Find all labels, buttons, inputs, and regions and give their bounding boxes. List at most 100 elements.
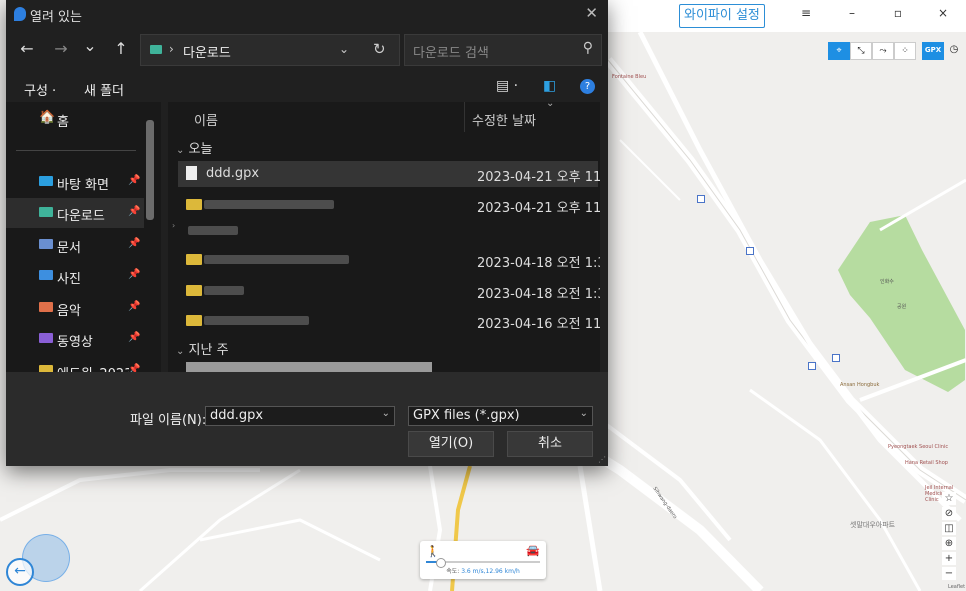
pin-icon[interactable]: 📌 [128,238,140,249]
recent-locations-button[interactable]: ⌄ [78,36,102,55]
wifi-settings-button[interactable]: 와이파이 설정 [679,4,765,28]
bus-stop-icon[interactable] [832,354,840,362]
column-divider[interactable] [464,102,465,132]
group-label: 오늘 [188,142,213,157]
pin-icon[interactable]: 📌 [128,206,140,217]
file-name-input[interactable]: ddd.gpx ⌄ [205,406,395,426]
column-header-name[interactable]: 이름 [194,110,218,129]
zoom-in-button[interactable]: + [942,552,956,565]
back-button[interactable]: ← [15,39,39,58]
nav-item-videos[interactable]: 동영상 📌 [6,324,144,354]
group-header-redacted[interactable]: › [172,218,598,244]
file-row[interactable]: 2023-04-18 오전 1:30 [178,278,600,304]
app-location-icon [14,7,26,21]
redacted-group-label [188,226,238,235]
file-row[interactable]: 2023-04-18 오전 1:34 [178,247,600,273]
restore-button[interactable]: ▫ [878,6,918,20]
address-bar[interactable]: › 다운로드 ⌄ ↻ [140,34,400,66]
resize-grip-icon[interactable]: ⋰ [598,455,606,464]
open-button[interactable]: 열기(O) [408,431,494,457]
speed-value: 3.6 m/s,12.96 km/h [461,568,520,575]
search-icon[interactable]: ⚲ [583,40,593,56]
back-arrow-icon[interactable]: ← [6,558,34,586]
chevron-icon: › [172,221,176,230]
menu-icon[interactable]: ≡ [786,6,826,20]
file-row[interactable]: 2023-04-16 오전 11:16 [178,308,600,334]
bus-stop-icon[interactable] [697,195,705,203]
pin-icon[interactable]: 📌 [128,175,140,186]
group-header-today[interactable]: ⌄ 오늘 [176,138,212,157]
home-icon: 🏠 [39,110,56,125]
file-open-dialog: 열려 있는 ✕ ← → ⌄ ↑ › 다운로드 ⌄ ↻ 다운로드 검색 ⚲ 구성 … [6,0,608,466]
map-right-tools: ☆ ⊘ ◫ ⊕ + − [942,492,958,580]
command-bar: 구성 · 새 폴더 ▤ · ◧ ? [6,72,608,102]
bus-stop-icon[interactable] [808,362,816,370]
chevron-down-icon[interactable]: ⌄ [339,42,349,56]
file-icon [186,166,197,180]
map-attribution[interactable]: Leaflet [948,584,965,590]
nav-item-downloads[interactable]: 다운로드 📌 [6,198,144,228]
multi-device-icon[interactable]: ◫ [942,522,956,535]
folder-icon [186,315,202,326]
search-input[interactable]: 다운로드 검색 ⚲ [404,34,602,66]
breadcrumb-separator[interactable]: › [169,42,174,56]
car-icon[interactable]: 🚘 [526,544,540,557]
compass-icon[interactable]: ⊘ [942,507,956,520]
view-options-icon[interactable]: ▤ · [496,78,518,94]
new-folder-button[interactable]: 새 폴더 [84,80,124,99]
two-point-route-icon[interactable]: ⤡ [850,42,872,60]
horizontal-scrollbar[interactable] [186,362,432,372]
documents-icon [39,239,53,249]
nav-item-documents[interactable]: 문서 📌 [6,230,144,260]
close-button[interactable]: × [923,6,963,20]
group-header-last-week[interactable]: ⌄ 지난 주 [176,339,229,358]
breadcrumb-downloads[interactable]: 다운로드 [183,42,231,61]
nav-pane-scrollbar[interactable] [146,120,154,220]
pin-icon[interactable]: 📌 [128,364,140,372]
organize-menu[interactable]: 구성 · [24,80,56,99]
chevron-down-icon[interactable]: ⌄ [580,408,588,419]
nav-label: 홈 [57,115,69,130]
walk-icon[interactable]: 🚶 [426,545,440,558]
nav-item-desktop[interactable]: 바탕 화면 📌 [6,167,144,197]
bus-stop-icon[interactable] [746,247,754,255]
file-name-label: 파일 이름(N): [130,413,207,428]
file-name-value: ddd.gpx [210,408,264,423]
file-type-select[interactable]: GPX files (*.gpx) ⌄ [408,406,593,426]
redacted-file-name [204,200,334,209]
nav-item-folder[interactable]: 에드윈_2023년 📌 [6,356,144,372]
forward-button[interactable]: → [49,39,73,58]
zoom-out-button[interactable]: − [942,567,956,580]
folder-icon [186,254,202,265]
file-row[interactable]: ddd.gpx 2023-04-21 오후 11:42 [178,161,600,187]
minimize-button[interactable]: – [832,6,872,20]
speed-slider[interactable] [426,558,540,568]
teleport-mode-icon[interactable]: ⌖ [828,42,850,60]
poi-label: 인화수 [880,279,894,285]
file-date: 2023-04-16 오전 11:16 [477,317,600,332]
nav-item-music[interactable]: 음악 📌 [6,293,144,323]
dialog-close-button[interactable]: ✕ [585,4,598,22]
refresh-icon[interactable]: ↻ [373,40,386,58]
nav-item-home[interactable]: 🏠 홈 [6,104,144,134]
history-icon[interactable]: ◷ [944,42,964,58]
help-icon[interactable]: ? [580,79,595,94]
file-row[interactable]: 2023-04-21 오후 11:41 [178,192,600,218]
pin-icon[interactable]: 📌 [128,332,140,343]
nav-item-pictures[interactable]: 사진 📌 [6,261,144,291]
chevron-down-icon[interactable]: ⌄ [382,408,390,419]
pin-icon[interactable]: 📌 [128,301,140,312]
column-header-modified[interactable]: 수정한 날짜 [472,110,536,129]
multi-point-route-icon[interactable]: ⤳ [872,42,894,60]
favorite-icon[interactable]: ☆ [942,492,956,505]
dialog-titlebar[interactable]: 열려 있는 ✕ [6,0,608,30]
up-button[interactable]: ↑ [109,39,133,58]
gpx-import-button[interactable]: GPX [922,42,944,60]
joystick-mode-icon[interactable]: ⁘ [894,42,916,60]
locate-icon[interactable]: ⊕ [942,537,956,550]
pin-icon[interactable]: 📌 [128,269,140,280]
nav-divider [16,150,136,151]
preview-pane-icon[interactable]: ◧ [543,78,556,94]
poi-label: 셋말대우아파트 [850,521,896,529]
cancel-button[interactable]: 취소 [507,431,593,457]
